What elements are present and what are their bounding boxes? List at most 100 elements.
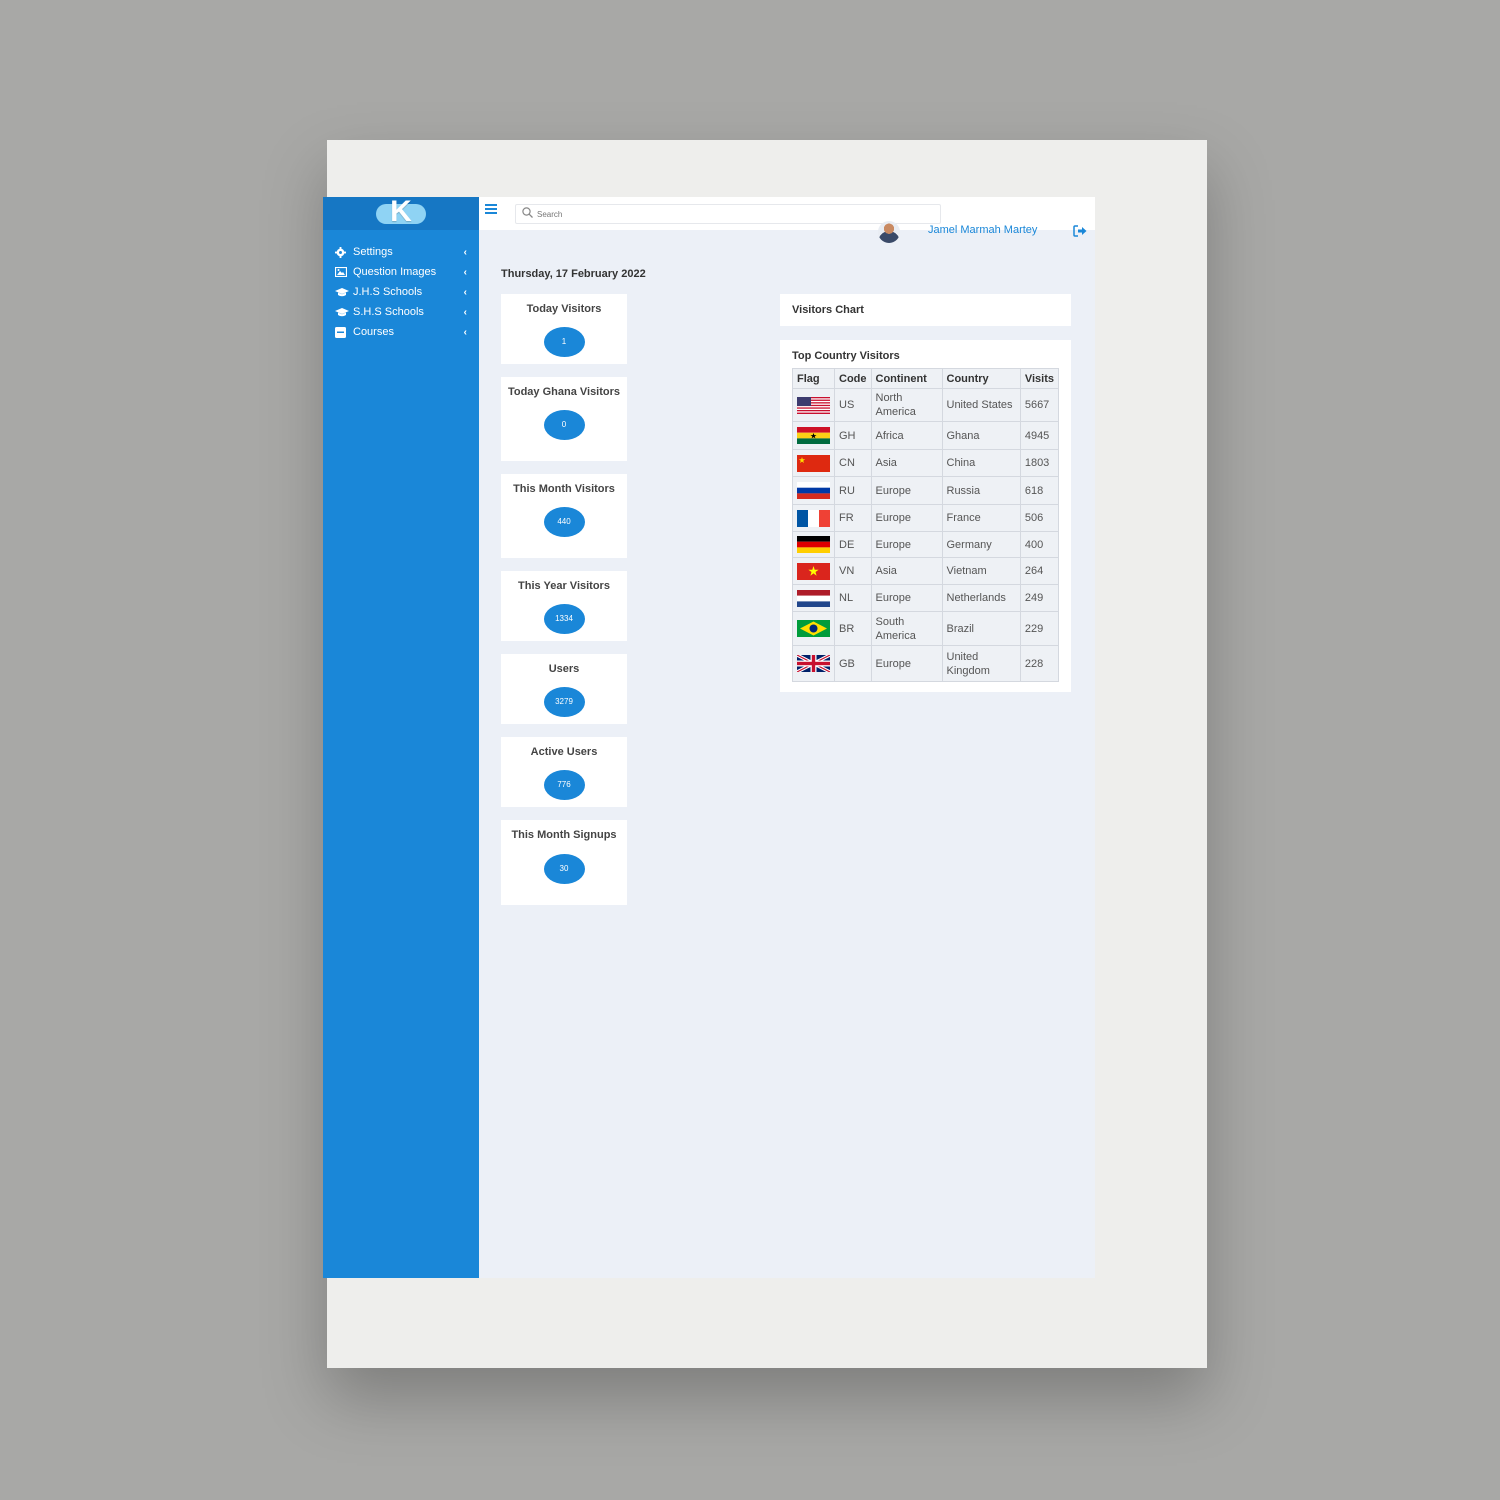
table-row: NL Europe Netherlands 249 bbox=[792, 584, 1060, 612]
column-header: Continent bbox=[870, 368, 943, 389]
stat-value-badge: 776 bbox=[543, 770, 585, 800]
visitors-chart-panel: Visitors Chart bbox=[780, 294, 1071, 326]
country: United States bbox=[941, 388, 1021, 422]
china-flag-icon bbox=[797, 454, 830, 472]
sidebar: K Settings ‹ Question Images ‹ J.H.S Sch… bbox=[323, 197, 479, 1278]
image-icon bbox=[335, 267, 350, 278]
stat-value-badge: 0 bbox=[543, 410, 585, 440]
visits: 5667 bbox=[1019, 388, 1060, 422]
stat-title: Users bbox=[548, 663, 580, 675]
chevron-left-icon: ‹ bbox=[463, 286, 467, 298]
search-box[interactable] bbox=[515, 204, 941, 224]
stat-title: Today Visitors bbox=[526, 303, 602, 315]
table-row: CN Asia China 1803 bbox=[792, 449, 1060, 477]
visits: 618 bbox=[1019, 476, 1060, 505]
sidebar-item-label: J.H.S Schools bbox=[353, 286, 423, 298]
table-row: GH Africa Ghana 4945 bbox=[792, 421, 1060, 450]
chevron-left-icon: ‹ bbox=[463, 266, 467, 278]
continent: Europe bbox=[870, 476, 943, 505]
chevron-left-icon: ‹ bbox=[463, 246, 467, 258]
uk-flag-icon bbox=[797, 655, 830, 672]
sidebar-item-jhs-schools[interactable]: J.H.S Schools ‹ bbox=[323, 282, 479, 302]
avatar[interactable] bbox=[878, 221, 900, 243]
country: Ghana bbox=[941, 421, 1021, 450]
country: United Kingdom bbox=[941, 645, 1021, 682]
stat-card-today-ghana-visitors: Today Ghana Visitors 0 bbox=[501, 377, 627, 461]
sidebar-item-settings[interactable]: Settings ‹ bbox=[323, 242, 479, 262]
continent: Asia bbox=[870, 557, 943, 585]
brazil-flag-icon bbox=[797, 620, 830, 637]
continent: Europe bbox=[870, 584, 943, 612]
page-date: Thursday, 17 February 2022 bbox=[501, 268, 646, 280]
logo-letter: K bbox=[390, 197, 412, 228]
flag-cell bbox=[792, 645, 835, 682]
app-logo[interactable]: K bbox=[374, 197, 428, 228]
country-code: CN bbox=[834, 449, 872, 477]
country-code: DE bbox=[834, 531, 872, 558]
flag-cell bbox=[792, 531, 835, 558]
sidebar-item-shs-schools[interactable]: S.H.S Schools ‹ bbox=[323, 302, 479, 322]
top-country-table: Flag Code Continent Country Visits US No… bbox=[792, 368, 1060, 682]
column-header: Code bbox=[834, 368, 872, 389]
hamburger-menu-icon[interactable] bbox=[485, 204, 497, 214]
user-name-link[interactable]: Jamel Marmah Martey bbox=[928, 224, 1037, 236]
ghana-flag-icon bbox=[797, 427, 830, 444]
vietnam-flag-icon bbox=[797, 562, 830, 580]
panel-title: Top Country Visitors bbox=[792, 350, 900, 362]
app-screen: K Settings ‹ Question Images ‹ J.H.S Sch… bbox=[323, 197, 1095, 1278]
country: Brazil bbox=[941, 611, 1021, 646]
continent: Europe bbox=[870, 531, 943, 558]
visits: 229 bbox=[1019, 611, 1060, 646]
visits: 228 bbox=[1019, 645, 1060, 682]
stat-card-today-visitors: Today Visitors 1 bbox=[501, 294, 627, 364]
sidebar-item-label: Question Images bbox=[353, 266, 437, 278]
top-country-panel: Top Country Visitors Flag Code Continent… bbox=[780, 340, 1071, 692]
flag-cell bbox=[792, 449, 835, 477]
stat-value-badge: 1334 bbox=[543, 604, 585, 634]
flag-cell bbox=[792, 388, 835, 422]
visits: 264 bbox=[1019, 557, 1060, 585]
continent: Africa bbox=[870, 421, 943, 450]
sidebar-item-label: Settings bbox=[353, 246, 393, 258]
flag-cell bbox=[792, 611, 835, 646]
table-row: US North America United States 5667 bbox=[792, 388, 1060, 422]
continent: Europe bbox=[870, 504, 943, 532]
country-code: US bbox=[834, 388, 872, 422]
france-flag-icon bbox=[797, 509, 830, 527]
graduation-cap-icon bbox=[335, 307, 350, 318]
visits: 1803 bbox=[1019, 449, 1060, 477]
stat-card-this-year-visitors: This Year Visitors 1334 bbox=[501, 571, 627, 641]
search-input[interactable] bbox=[537, 209, 917, 219]
table-row: DE Europe Germany 400 bbox=[792, 531, 1060, 558]
visits: 249 bbox=[1019, 584, 1060, 612]
russia-flag-icon bbox=[797, 482, 830, 499]
flag-cell bbox=[792, 421, 835, 450]
flag-cell bbox=[792, 476, 835, 505]
stat-card-active-users: Active Users 776 bbox=[501, 737, 627, 807]
netherlands-flag-icon bbox=[797, 589, 830, 607]
country: Vietnam bbox=[941, 557, 1021, 585]
table-row: GB Europe United Kingdom 228 bbox=[792, 645, 1060, 682]
stat-card-this-month-visitors: This Month Visitors 440 bbox=[501, 474, 627, 558]
logout-icon[interactable] bbox=[1073, 224, 1087, 237]
search-icon bbox=[522, 205, 533, 223]
stat-card-this-month-signups: This Month Signups 30 bbox=[501, 820, 627, 905]
visits: 4945 bbox=[1019, 421, 1060, 450]
sidebar-item-label: S.H.S Schools bbox=[353, 306, 424, 318]
flag-cell bbox=[792, 584, 835, 612]
table-row: FR Europe France 506 bbox=[792, 504, 1060, 532]
country-code: NL bbox=[834, 584, 872, 612]
column-header: Country bbox=[941, 368, 1021, 389]
flag-cell bbox=[792, 557, 835, 585]
column-header: Flag bbox=[792, 368, 835, 389]
stat-title: This Month Signups bbox=[511, 829, 617, 841]
country-code: FR bbox=[834, 504, 872, 532]
user-info: Jamel Marmah Martey bbox=[878, 221, 1088, 246]
continent: South America bbox=[870, 611, 943, 646]
sidebar-item-question-images[interactable]: Question Images ‹ bbox=[323, 262, 479, 282]
gear-icon bbox=[335, 246, 350, 258]
chevron-left-icon: ‹ bbox=[463, 326, 467, 338]
country-code: GB bbox=[834, 645, 872, 682]
sidebar-item-courses[interactable]: Courses ‹ bbox=[323, 322, 479, 342]
flag-cell bbox=[792, 504, 835, 532]
